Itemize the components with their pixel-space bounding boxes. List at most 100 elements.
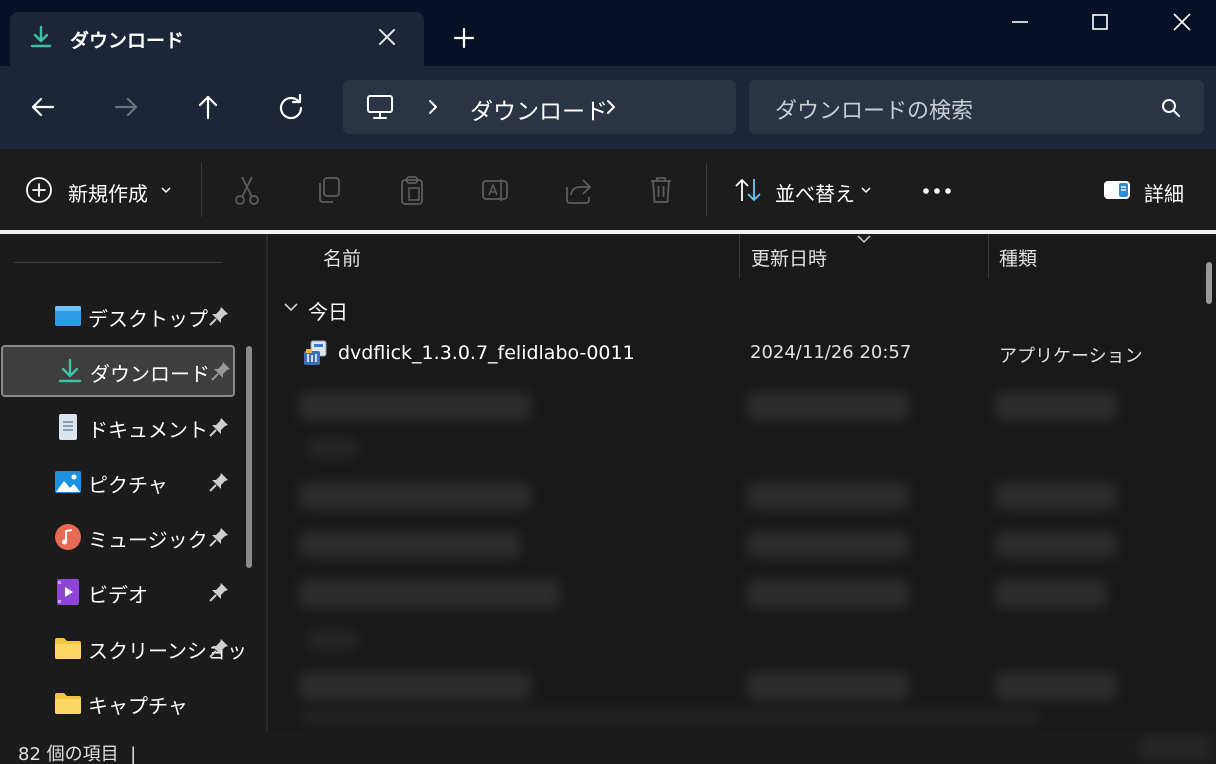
close-tab-icon[interactable]: [374, 24, 400, 50]
blurred-content: [748, 672, 908, 700]
chevron-down-icon[interactable]: [282, 298, 300, 316]
breadcrumb-current[interactable]: ダウンロード: [470, 92, 608, 126]
sidebar-item-label: ピクチャ: [88, 473, 168, 497]
sidebar-item-music[interactable]: ミュージック: [0, 511, 236, 563]
column-header-modified[interactable]: 更新日時: [751, 244, 827, 271]
pin-icon[interactable]: [208, 581, 230, 603]
forward-arrow-icon[interactable]: [109, 90, 143, 124]
blurred-content: [300, 710, 1040, 724]
pin-icon[interactable]: [208, 416, 230, 438]
more-options-icon[interactable]: [920, 173, 954, 207]
sidebar-item-downloads[interactable]: ダウンロード: [1, 345, 235, 397]
pin-icon[interactable]: [208, 637, 230, 659]
blurred-content: [996, 580, 1106, 608]
pin-icon[interactable]: [208, 305, 230, 327]
address-bar[interactable]: ダウンロード: [343, 80, 736, 134]
search-box[interactable]: ダウンロードの検索: [749, 80, 1204, 134]
pin-icon[interactable]: [208, 471, 230, 493]
pictures-icon: [55, 471, 81, 493]
sort-button[interactable]: 並べ替え: [733, 173, 875, 207]
sidebar-item-label: ドキュメント: [88, 418, 208, 442]
item-count: 82 個の項目 |: [18, 744, 137, 764]
share-icon[interactable]: [563, 173, 593, 207]
document-icon: [59, 414, 77, 440]
navigation-pane: デスクトップ ダウンロード ドキュメント ピクチャ ミュージック ビデオ スクリ…: [0, 234, 268, 732]
file-name: dvdflick_1.3.0.7_felidlabo-0011: [338, 342, 635, 364]
file-type: アプリケーション: [999, 346, 1143, 367]
blurred-content: [308, 630, 358, 650]
blurred-content: [1140, 736, 1210, 760]
pin-icon[interactable]: [208, 526, 230, 548]
divider: [14, 262, 222, 263]
blurred-content: [748, 482, 908, 510]
refresh-icon[interactable]: [274, 90, 308, 124]
sidebar-item-screenshots[interactable]: スクリーンショッ: [0, 622, 247, 674]
chevron-right-icon[interactable]: [423, 96, 443, 118]
sidebar-item-label: ビデオ: [88, 583, 148, 607]
title-bar: ダウンロード: [0, 0, 1216, 66]
column-divider[interactable]: [739, 234, 740, 278]
file-list-scrollbar[interactable]: [1206, 262, 1212, 304]
blurred-content: [300, 532, 520, 558]
status-bar: 82 個の項目 |: [0, 732, 1216, 764]
table-row[interactable]: dvdflick_1.3.0.7_felidlabo-0011 2024/11/…: [296, 332, 1196, 376]
download-icon: [30, 25, 52, 48]
back-arrow-icon[interactable]: [26, 90, 60, 124]
search-input[interactable]: ダウンロードの検索: [775, 93, 973, 125]
chevron-down-icon: [861, 187, 871, 194]
sidebar-item-videos[interactable]: ビデオ: [0, 566, 236, 618]
tab-title: ダウンロード: [70, 30, 185, 52]
copy-icon[interactable]: [314, 173, 344, 207]
blurred-content: [996, 672, 1116, 700]
sidebar-item-desktop[interactable]: デスクトップ: [0, 290, 236, 342]
blurred-content: [300, 580, 560, 608]
chevron-down-icon: [161, 187, 171, 194]
sidebar-item-label: キャプチャ: [88, 694, 188, 718]
details-pane-icon: [1104, 181, 1130, 199]
column-divider[interactable]: [988, 234, 989, 278]
up-arrow-icon[interactable]: [191, 90, 225, 124]
video-icon: [57, 579, 79, 605]
download-icon: [58, 358, 82, 383]
paste-icon[interactable]: [397, 173, 427, 207]
details-pane-button[interactable]: 詳細: [1102, 173, 1192, 207]
tab-downloads[interactable]: ダウンロード: [10, 12, 424, 66]
column-header-type[interactable]: 種類: [999, 244, 1037, 271]
details-label: 詳細: [1144, 182, 1184, 206]
sidebar-item-documents[interactable]: ドキュメント: [0, 401, 236, 453]
new-button[interactable]: 新規作成: [24, 173, 176, 207]
sidebar-item-label: ミュージック: [88, 528, 208, 552]
folder-icon: [55, 693, 81, 714]
maximize-icon[interactable]: [1080, 6, 1120, 38]
blurred-content: [300, 672, 530, 700]
divider: [201, 163, 202, 217]
sort-arrows-icon: [735, 179, 761, 201]
new-label: 新規作成: [68, 182, 148, 206]
chevron-right-icon[interactable]: [601, 96, 621, 118]
minimize-icon[interactable]: [1000, 6, 1040, 38]
blurred-content: [308, 438, 358, 458]
add-circle-icon: [26, 177, 52, 203]
sort-label: 並べ替え: [775, 182, 855, 206]
sidebar-scrollbar[interactable]: [246, 346, 252, 568]
sidebar-item-label: デスクトップ: [88, 307, 208, 331]
music-icon: [55, 524, 81, 550]
rename-icon[interactable]: [480, 173, 510, 207]
group-header-today[interactable]: 今日: [308, 296, 348, 325]
blurred-content: [300, 482, 530, 510]
cut-icon[interactable]: [232, 173, 262, 207]
close-window-icon[interactable]: [1162, 6, 1202, 38]
blurred-content: [996, 482, 1116, 510]
pin-icon[interactable]: [210, 360, 232, 382]
pc-monitor-icon[interactable]: [365, 92, 395, 122]
blurred-content: [748, 532, 908, 558]
delete-trash-icon[interactable]: [646, 173, 676, 207]
sidebar-item-label: ダウンロード: [90, 362, 210, 386]
new-tab-icon[interactable]: [450, 24, 478, 52]
folder-icon: [55, 638, 81, 659]
blurred-content: [996, 392, 1116, 420]
column-header-name[interactable]: 名前: [323, 244, 361, 271]
sidebar-item-capture[interactable]: キャプチャ: [0, 677, 236, 729]
sidebar-item-pictures[interactable]: ピクチャ: [0, 456, 236, 508]
search-icon[interactable]: [1159, 96, 1183, 120]
